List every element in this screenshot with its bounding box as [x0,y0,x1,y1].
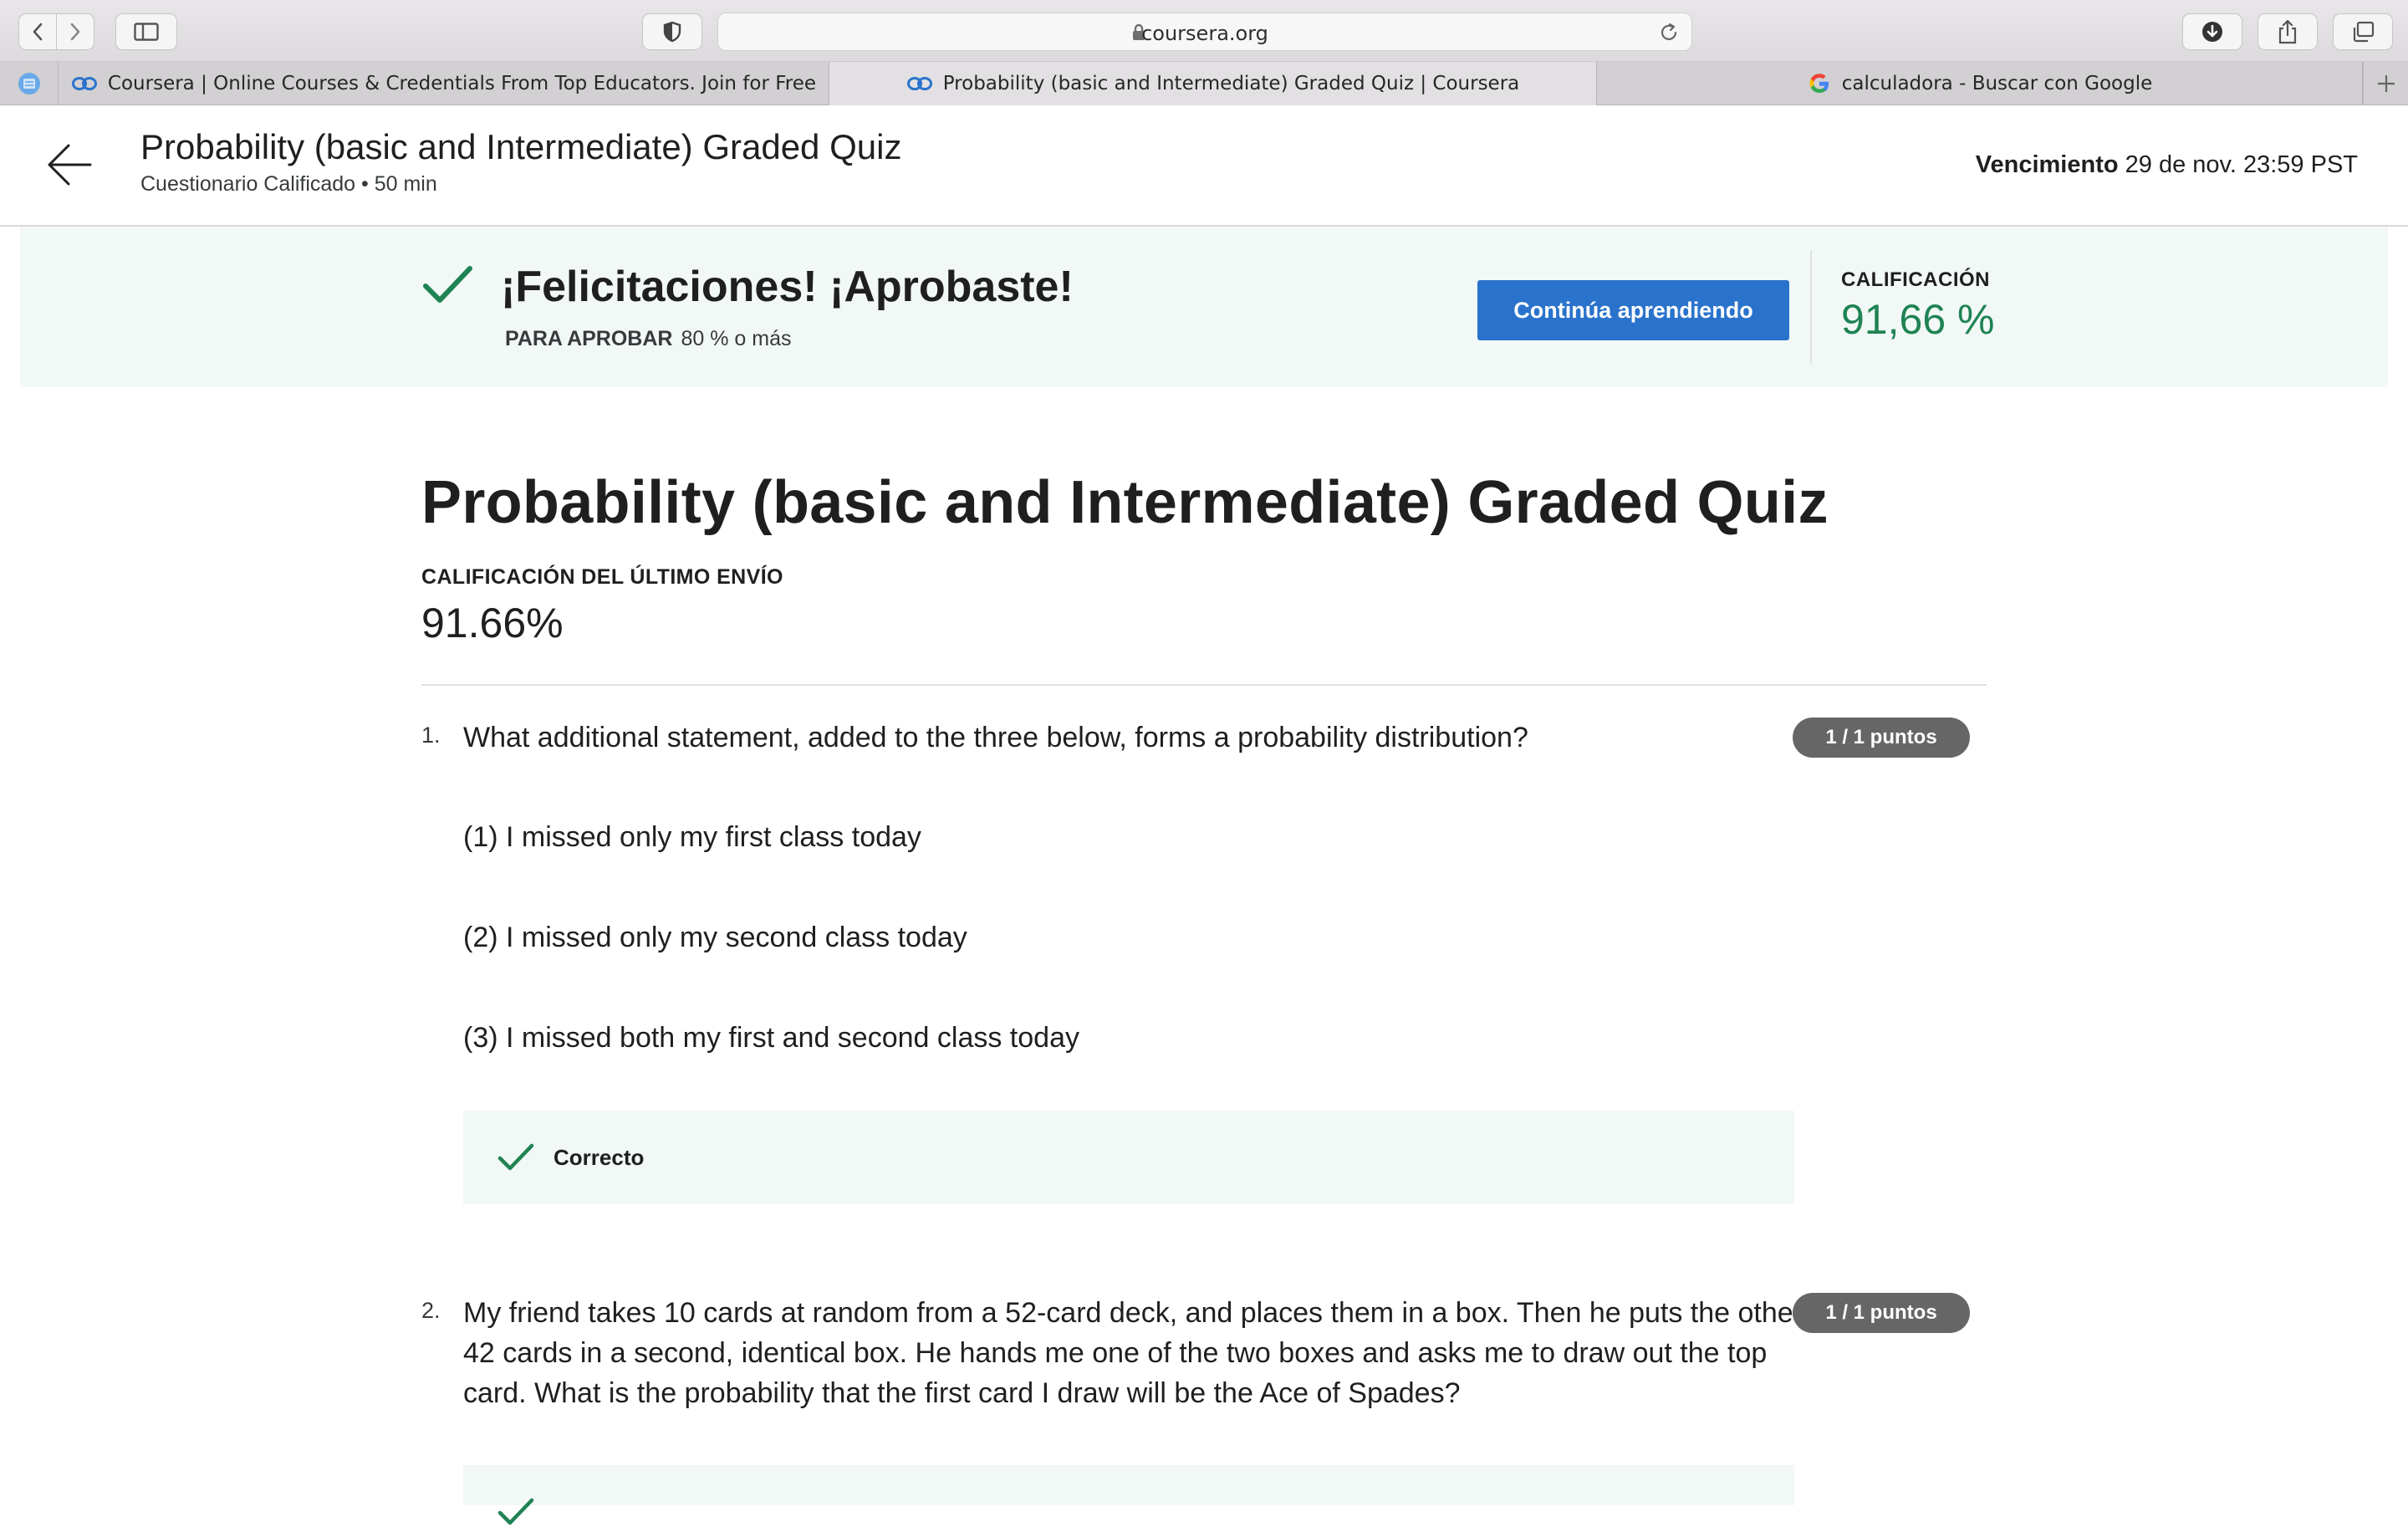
continue-learning-button[interactable]: Continúa aprendiendo [1477,280,1789,340]
download-icon [2202,22,2222,42]
tab-title: Coursera | Online Courses & Credentials … [107,73,817,94]
quiz-title: Probability (basic and Intermediate) Gra… [421,469,1829,536]
question-text: My friend takes 10 cards at random from … [463,1293,1803,1413]
pass-value: 80 % o más [681,327,792,350]
pass-requirement: PARA APROBAR 80 % o más [505,327,791,351]
tab-graded-quiz[interactable]: Probability (basic and Intermediate) Gra… [829,62,1597,105]
points-badge: 1 / 1 puntos [1793,718,1970,758]
share-button[interactable] [2258,13,2318,50]
feedback-box [463,1465,1794,1525]
question-number: 1. [421,723,441,748]
chevron-left-icon [33,23,43,41]
tab-google-search[interactable]: calculadora - Buscar con Google [1597,62,2363,105]
sidebar-icon [134,23,159,41]
grade-value: 91,66 % [1841,296,1995,343]
header-title: Probability (basic and Intermediate) Gra… [140,127,902,166]
result-banner: ¡Felicitaciones! ¡Aprobaste! PARA APROBA… [20,227,2388,387]
google-icon [1809,74,1829,93]
new-tab-button[interactable] [2363,62,2408,105]
plus-icon [2377,75,2395,92]
reload-icon[interactable] [1658,22,1680,43]
feedback-label: Correcto [554,1145,645,1170]
points-badge: 1 / 1 puntos [1793,1293,1970,1333]
tab-bar: Coursera | Online Courses & Credentials … [0,62,2408,105]
share-icon [2278,19,2297,44]
question-text: What additional statement, added to the … [463,722,1528,753]
tab-overview-button[interactable] [2333,13,2393,50]
tabs-icon [2353,21,2375,43]
checkmark-icon [497,1143,534,1171]
question-option: (3) I missed both my first and second cl… [463,1022,1079,1054]
shield-icon [663,21,681,43]
question-number: 2. [421,1298,441,1323]
question-option: (1) I missed only my first class today [463,821,921,853]
coursera-icon [906,77,932,90]
question-text-line: My friend takes 10 cards at random from … [463,1297,1803,1329]
url-text: coursera.org [1141,22,1268,45]
checkmark-icon [423,266,472,303]
chevron-right-icon [70,23,80,41]
result-title: ¡Felicitaciones! ¡Aprobaste! [501,263,1074,311]
back-button[interactable] [18,13,57,50]
question-text-line: card. What is the probability that the f… [463,1377,1461,1409]
privacy-report-button[interactable] [642,13,702,50]
sidebar-toggle-button[interactable] [115,13,177,50]
forward-button[interactable] [56,13,94,50]
browser-toolbar: coursera.org [0,0,2408,62]
due-value: 29 de nov. 23:59 PST [2125,151,2358,178]
divider [1810,250,1812,364]
question-option: (2) I missed only my second class today [463,922,967,953]
last-submission-label: CALIFICACIÓN DEL ÚLTIMO ENVÍO [421,565,783,589]
address-bar[interactable]: coursera.org [717,13,1692,51]
checkmark-icon [497,1498,534,1525]
last-submission-grade: 91.66% [421,600,564,646]
page-header: Probability (basic and Intermediate) Gra… [0,105,2408,227]
divider [421,684,1987,686]
downloads-button[interactable] [2182,13,2242,50]
due-date: Vencimiento 29 de nov. 23:59 PST [1976,151,2358,179]
feedback-box: Correcto [463,1111,1794,1204]
header-subtitle: Cuestionario Calificado • 50 min [140,172,437,196]
tab-title: calculadora - Buscar con Google [1841,73,2153,94]
question-text-line: 42 cards in a second, identical box. He … [463,1337,1768,1369]
grade-label: CALIFICACIÓN [1841,268,1990,291]
pinned-site-icon [18,73,40,94]
tab-coursera-home[interactable]: Coursera | Online Courses & Credentials … [59,62,829,105]
pinned-tab[interactable] [0,62,59,105]
coursera-icon [71,77,97,90]
pass-label: PARA APROBAR [505,327,673,350]
due-label: Vencimiento [1975,151,2119,178]
back-arrow-icon[interactable] [47,143,92,186]
tab-title: Probability (basic and Intermediate) Gra… [942,73,1520,94]
